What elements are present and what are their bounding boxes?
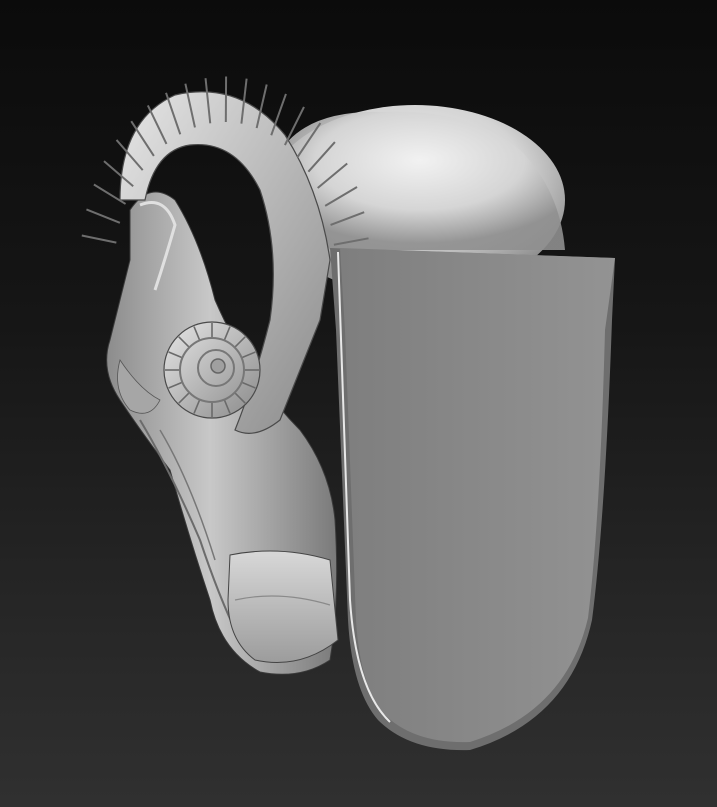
horn-ridge bbox=[86, 208, 121, 224]
horn-spiral bbox=[163, 321, 261, 419]
3d-viewport[interactable] bbox=[0, 0, 717, 807]
viewport-canvas[interactable] bbox=[0, 0, 717, 807]
cut-plane[interactable] bbox=[330, 248, 615, 751]
skull-jaw bbox=[227, 550, 339, 663]
horn-ridge bbox=[81, 234, 117, 244]
